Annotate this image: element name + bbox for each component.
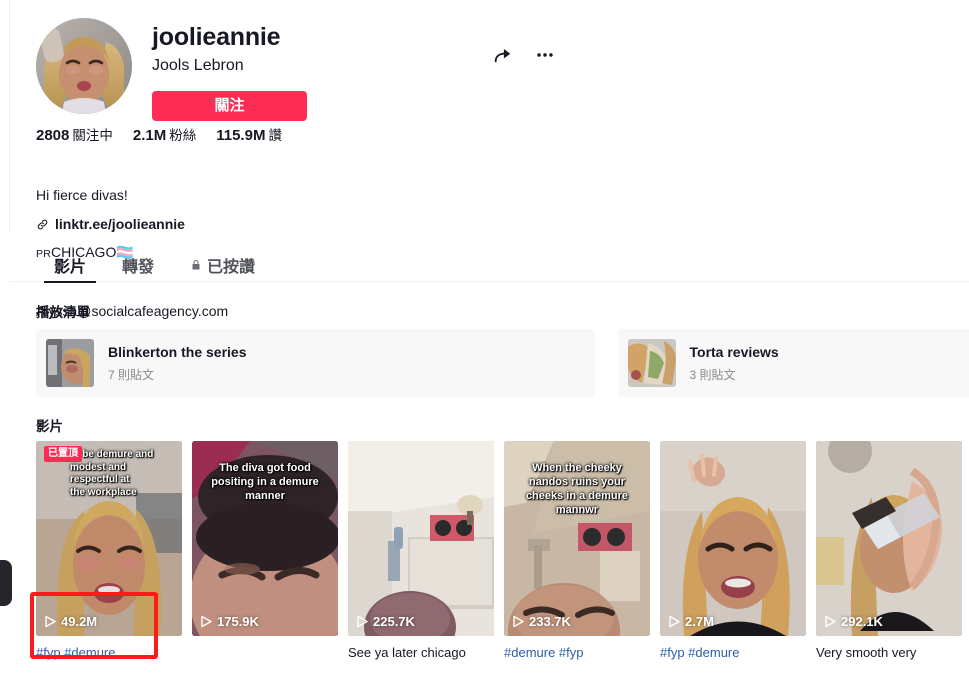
video-thumbnail[interactable]: 2.7M bbox=[660, 441, 806, 636]
play-icon bbox=[201, 615, 212, 628]
stat-following[interactable]: 2808 關注中 bbox=[36, 124, 113, 144]
video-cell: The diva got food positing in a demure m… bbox=[192, 441, 338, 661]
playlist-info: Torta reviews 3 則貼文 bbox=[690, 343, 779, 383]
video-thumbnail[interactable]: The diva got food positing in a demure m… bbox=[192, 441, 338, 636]
link-chain-icon bbox=[36, 218, 49, 231]
playlist-thumbnail bbox=[46, 339, 94, 387]
video-thumbnail[interactable]: 292.1K bbox=[816, 441, 962, 636]
section-title-playlists: 播放清單 bbox=[36, 305, 90, 320]
video-thumbnail[interactable]: When the cheeky nandos ruins your cheeks… bbox=[504, 441, 650, 636]
play-icon bbox=[45, 615, 56, 628]
video-play-count-value: 292.1K bbox=[841, 614, 883, 629]
share-arrow-icon[interactable] bbox=[491, 43, 515, 67]
tab-reposts[interactable]: 轉發 bbox=[104, 248, 172, 282]
playlist-name: Blinkerton the series bbox=[108, 344, 247, 360]
play-icon bbox=[513, 615, 524, 628]
profile-header-main: joolieannie Jools Lebron 關注 bbox=[152, 18, 452, 121]
video-caption[interactable]: Very smooth very bbox=[816, 644, 962, 661]
stat-followers-value: 2.1M bbox=[132, 127, 167, 144]
playlist-info: Blinkerton the series 7 則貼文 bbox=[108, 343, 247, 383]
video-play-count: 175.9K bbox=[201, 614, 259, 629]
profile-nickname: Jools Lebron bbox=[152, 57, 244, 74]
sidebar-collapse-handle[interactable] bbox=[0, 560, 12, 606]
page-title: joolieannie bbox=[152, 23, 281, 51]
video-caption[interactable]: #fyp #demure bbox=[660, 644, 806, 661]
profile-tabs: 影片 轉發 已按讚 bbox=[36, 248, 273, 283]
profile-header-actions bbox=[491, 43, 557, 67]
stat-likes: 115.9M 讚 bbox=[216, 124, 282, 144]
bio-link-text: linktr.ee/joolieannie bbox=[55, 216, 185, 232]
tab-reposts-label: 轉發 bbox=[122, 259, 155, 276]
bio-line-1: Hi fierce divas! bbox=[36, 187, 128, 203]
video-grid: 已置頂 to be demure and modest and respectf… bbox=[36, 441, 969, 661]
video-play-count: 225.7K bbox=[357, 614, 415, 629]
section-title-videos: 影片 bbox=[36, 419, 63, 434]
play-icon bbox=[357, 615, 368, 628]
playlist-list: Blinkerton the series 7 則貼文 Torta review… bbox=[36, 329, 969, 397]
video-cell: 225.7K See ya later chicago bbox=[348, 441, 494, 661]
profile-content: joolieannie Jools Lebron 關注 2808 關注中 2.1… bbox=[0, 0, 969, 673]
follow-button[interactable]: 關注 bbox=[152, 91, 307, 121]
video-caption[interactable]: #demure #fyp bbox=[504, 644, 650, 661]
video-thumbnail[interactable]: 225.7K bbox=[348, 441, 494, 636]
playlist-thumbnail bbox=[627, 339, 676, 387]
lock-icon bbox=[190, 259, 202, 271]
video-play-count: 292.1K bbox=[825, 614, 883, 629]
video-thumbnail[interactable]: 已置頂 to be demure and modest and respectf… bbox=[36, 441, 182, 636]
bio-external-link[interactable]: linktr.ee/joolieannie bbox=[36, 216, 185, 232]
video-overlay-text: to be demure and modest and respectful a… bbox=[70, 449, 154, 498]
tab-videos-label: 影片 bbox=[54, 259, 87, 276]
tab-liked[interactable]: 已按讚 bbox=[172, 248, 273, 282]
stat-followers[interactable]: 2.1M 粉絲 bbox=[133, 124, 196, 144]
profile-header: joolieannie Jools Lebron 關注 bbox=[36, 18, 553, 121]
video-cell: 292.1K Very smooth very bbox=[816, 441, 962, 661]
video-play-count: 49.2M bbox=[45, 614, 97, 629]
video-play-count-value: 233.7K bbox=[529, 614, 571, 629]
video-cell: 已置頂 to be demure and modest and respectf… bbox=[36, 441, 182, 661]
bio-line-3: Alyssa@socialcafeagency.com bbox=[36, 303, 229, 319]
video-overlay-text: The diva got food positing in a demure m… bbox=[211, 462, 319, 502]
playlist-name: Torta reviews bbox=[689, 344, 779, 360]
stat-following-label: 關注中 bbox=[72, 128, 113, 143]
avatar[interactable] bbox=[36, 18, 132, 114]
play-icon bbox=[825, 615, 836, 628]
more-options-icon[interactable] bbox=[533, 43, 557, 67]
stat-likes-value: 115.9M bbox=[216, 127, 266, 144]
video-play-count-value: 225.7K bbox=[373, 614, 415, 629]
tiktok-profile-page: joolieannie Jools Lebron 關注 2808 關注中 2.1… bbox=[0, 0, 969, 673]
video-cell: 2.7M #fyp #demure bbox=[660, 441, 806, 661]
playlist-card[interactable]: Torta reviews 3 則貼文 bbox=[617, 329, 969, 397]
stat-followers-label: 粉絲 bbox=[169, 128, 197, 143]
video-play-count-value: 175.9K bbox=[217, 614, 259, 629]
video-caption[interactable]: See ya later chicago bbox=[348, 644, 494, 661]
profile-stats: 2808 關注中 2.1M 粉絲 115.9M 讚 bbox=[36, 124, 302, 144]
pinned-badge: 已置頂 bbox=[44, 446, 82, 462]
video-play-count: 2.7M bbox=[669, 614, 714, 629]
play-icon bbox=[669, 615, 680, 628]
video-play-count: 233.7K bbox=[513, 614, 571, 629]
video-play-count-value: 49.2M bbox=[61, 614, 98, 629]
video-cell: When the cheeky nandos ruins your cheeks… bbox=[504, 441, 650, 661]
tab-liked-label: 已按讚 bbox=[207, 259, 256, 276]
playlist-post-count: 7 則貼文 bbox=[108, 368, 155, 382]
video-overlay-text: When the cheeky nandos ruins your cheeks… bbox=[525, 462, 629, 516]
video-play-count-value: 2.7M bbox=[685, 614, 714, 629]
stat-likes-label: 讚 bbox=[268, 128, 282, 143]
playlist-post-count: 3 則貼文 bbox=[689, 368, 736, 382]
video-caption[interactable]: #fyp #demure bbox=[36, 644, 182, 661]
stat-following-value: 2808 bbox=[36, 127, 70, 144]
playlist-card[interactable]: Blinkerton the series 7 則貼文 bbox=[36, 329, 595, 397]
profile-tabs-bar: 影片 轉發 已按讚 bbox=[9, 248, 969, 283]
tab-videos[interactable]: 影片 bbox=[36, 248, 104, 283]
